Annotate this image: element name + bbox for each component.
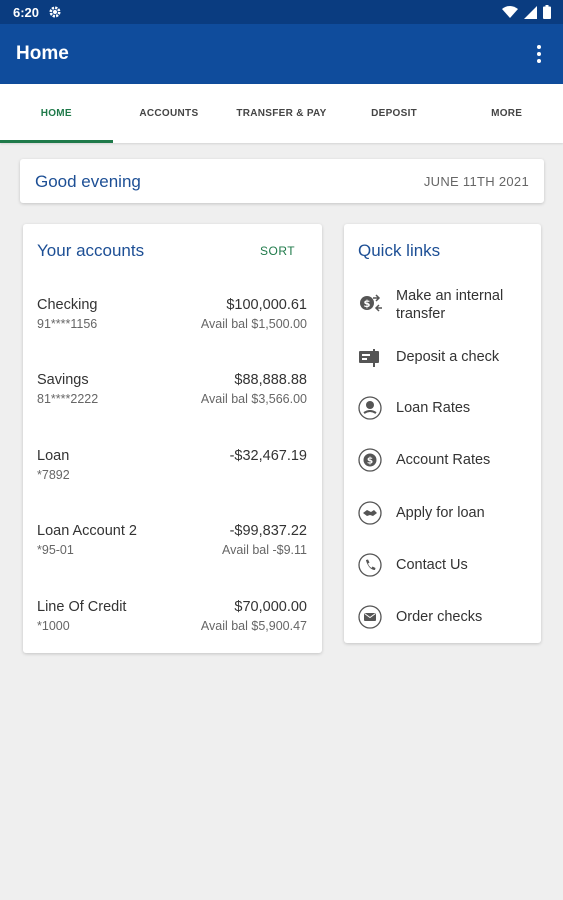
quick-link-label: Account Rates: [396, 452, 491, 468]
tab-deposit[interactable]: DEPOSIT: [338, 84, 451, 143]
tab-home[interactable]: HOME: [0, 84, 113, 143]
accounts-title: Your accounts: [37, 241, 145, 260]
sort-button[interactable]: SORT: [260, 244, 295, 258]
account-available-balance: Avail bal $1,500.00: [200, 317, 307, 331]
quick-link-label: Apply for loan: [396, 505, 485, 521]
account-number: *7892: [37, 468, 70, 482]
settings-gear-icon: [49, 6, 61, 18]
loan-rates-icon: [358, 396, 382, 420]
quick-link-apply-loan[interactable]: Apply for loan: [344, 500, 541, 526]
handshake-icon: [358, 501, 382, 525]
account-item-checking[interactable]: Checking 91****1156 $100,000.61 Avail ba…: [23, 297, 322, 347]
account-item-loan-account-2[interactable]: Loan Account 2 *95-01 -$99,837.22 Avail …: [23, 523, 322, 573]
account-number: 81****2222: [37, 392, 99, 406]
quick-link-label: Deposit a check: [396, 349, 500, 365]
quick-link-label: Make an internal transfer: [396, 288, 504, 322]
status-bar: 6:20: [0, 0, 563, 24]
tab-accounts[interactable]: ACCOUNTS: [113, 84, 226, 143]
wifi-icon: [502, 5, 518, 18]
greeting-text: Good evening: [35, 172, 141, 191]
status-time: 6:20: [13, 5, 40, 20]
battery-icon: [543, 5, 551, 19]
account-available-balance: Avail bal -$9.11: [221, 543, 307, 557]
account-name: Loan Account 2: [37, 523, 137, 539]
phone-icon: [358, 553, 382, 577]
deposit-check-icon: [359, 349, 379, 367]
account-name: Loan: [37, 448, 70, 464]
svg-text:$: $: [364, 299, 371, 310]
quick-link-label: Loan Rates: [396, 400, 471, 416]
greeting-date: JUNE 11TH 2021: [423, 174, 529, 189]
greeting-card: Good evening JUNE 11TH 2021: [20, 159, 544, 203]
accounts-card: Your accounts SORT Checking 91****1156 $…: [23, 224, 322, 653]
account-rates-icon: $: [358, 448, 382, 472]
app-bar: Home: [0, 24, 563, 84]
quick-links-title: Quick links: [358, 241, 441, 260]
quick-links-card: Quick links $ Make an internal transfer …: [344, 224, 541, 643]
tab-more[interactable]: MORE: [450, 84, 563, 143]
account-balance: $100,000.61: [226, 297, 307, 313]
account-name: Checking: [37, 297, 98, 313]
tab-transfer-pay[interactable]: TRANSFER & PAY: [225, 84, 338, 143]
account-available-balance: Avail bal $5,900.47: [200, 619, 307, 633]
account-number: *95-01: [37, 543, 74, 557]
quick-link-label: Order checks: [396, 609, 483, 625]
quick-link-account-rates[interactable]: $ Account Rates: [344, 447, 541, 473]
signal-icon: [524, 5, 537, 19]
account-balance: $70,000.00: [234, 599, 307, 615]
account-name: Savings: [37, 372, 89, 388]
account-item-loan[interactable]: Loan *7892 -$32,467.19: [23, 448, 322, 498]
account-number: *1000: [37, 619, 70, 633]
account-available-balance: Avail bal $3,566.00: [200, 392, 307, 406]
tab-bar: HOME ACCOUNTS TRANSFER & PAY DEPOSIT MOR…: [0, 84, 563, 143]
account-balance: -$32,467.19: [229, 448, 307, 464]
quick-link-loan-rates[interactable]: Loan Rates: [344, 395, 541, 421]
page-title: Home: [16, 43, 69, 64]
quick-link-deposit-check[interactable]: Deposit a check: [344, 345, 541, 371]
account-number: 91****1156: [37, 317, 98, 331]
overflow-menu-icon[interactable]: [533, 42, 545, 66]
quick-link-contact-us[interactable]: Contact Us: [344, 552, 541, 578]
envelope-icon: [358, 605, 382, 629]
transfer-icon: $: [360, 294, 382, 312]
account-balance: -$99,837.22: [229, 523, 307, 539]
quick-link-order-checks[interactable]: Order checks: [344, 604, 541, 630]
quick-link-label: Contact Us: [396, 557, 468, 573]
status-icons: [502, 5, 551, 19]
account-balance: $88,888.88: [234, 372, 307, 388]
account-name: Line Of Credit: [37, 599, 127, 615]
quick-link-internal-transfer[interactable]: $ Make an internal transfer: [344, 287, 541, 322]
svg-text:$: $: [367, 457, 373, 467]
account-item-savings[interactable]: Savings 81****2222 $88,888.88 Avail bal …: [23, 372, 322, 422]
account-item-line-of-credit[interactable]: Line Of Credit *1000 $70,000.00 Avail ba…: [23, 599, 322, 649]
